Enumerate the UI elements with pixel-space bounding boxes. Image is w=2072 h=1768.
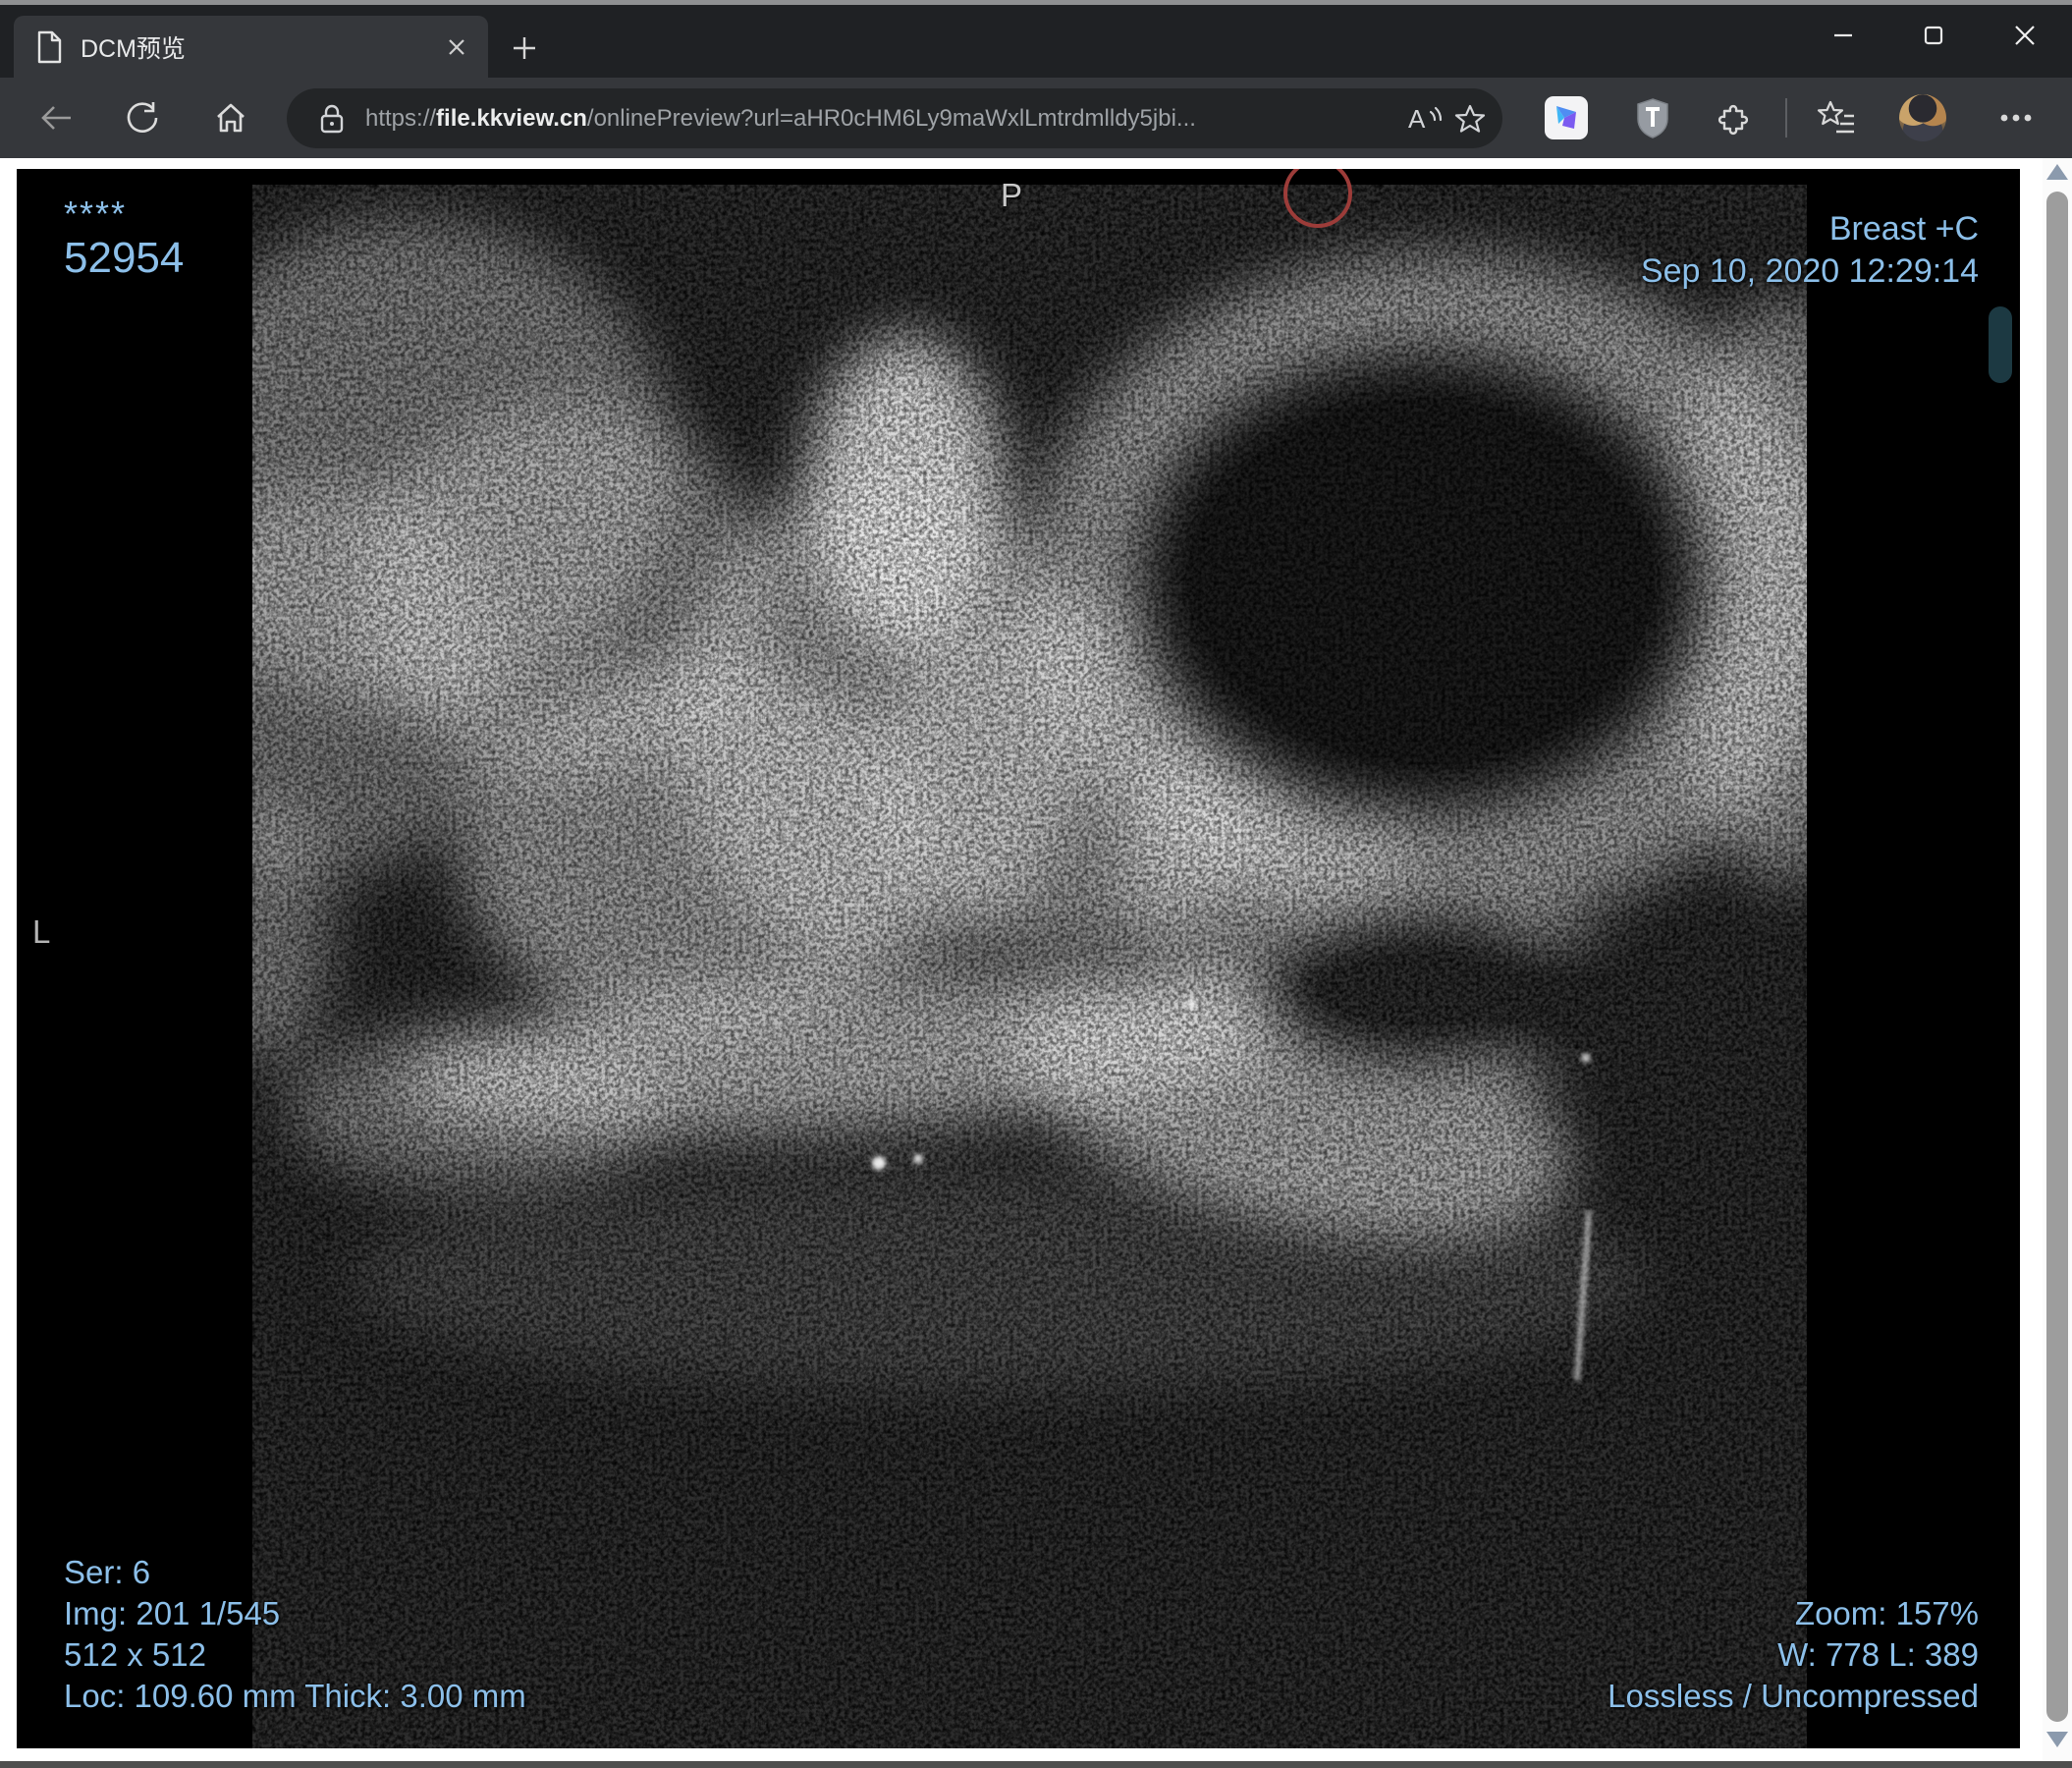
zoom-level: Zoom: 157% xyxy=(1794,1595,1979,1631)
overlay-top-right: Breast +C Sep 10, 2020 12:29:14 xyxy=(1641,208,1979,293)
address-bar[interactable]: https://file.kkview.cn/onlinePreview?url… xyxy=(287,88,1502,148)
read-aloud-button[interactable]: A xyxy=(1402,96,1447,141)
favorite-star-button[interactable] xyxy=(1447,96,1493,141)
compression-info: Lossless / Uncompressed xyxy=(1608,1678,1979,1714)
close-icon xyxy=(449,39,464,55)
browser-toolbar: https://file.kkview.cn/onlinePreview?url… xyxy=(0,78,2072,158)
overlay-bottom-right: Zoom: 157% W: 778 L: 389 Lossless / Unco… xyxy=(1608,1593,1979,1717)
minimize-icon xyxy=(1834,33,1852,37)
overlay-top-left: **** 52954 xyxy=(64,194,184,283)
window-close-button[interactable] xyxy=(1991,5,2058,66)
orientation-marker-posterior: P xyxy=(1001,177,1023,213)
profile-avatar[interactable] xyxy=(1899,94,1946,141)
page-scrollbar[interactable] xyxy=(2043,158,2072,1761)
window-minimize-button[interactable] xyxy=(1810,5,1877,66)
orientation-marker-left: L xyxy=(32,913,51,950)
tab-title: DCM预览 xyxy=(81,34,186,63)
shield-t-icon xyxy=(1637,98,1668,138)
read-aloud-icon: A xyxy=(1408,104,1443,134)
close-icon xyxy=(2015,26,2035,45)
url-text[interactable]: https://file.kkview.cn/onlinePreview?url… xyxy=(365,105,1402,133)
series-number: Ser: 6 xyxy=(64,1554,151,1590)
url-domain: file.kkview.cn xyxy=(436,104,587,132)
patient-id: 52954 xyxy=(64,234,185,282)
scrollbar-thumb[interactable] xyxy=(2046,192,2068,1722)
settings-more-button[interactable] xyxy=(1986,78,2046,158)
back-arrow-icon xyxy=(41,106,71,130)
favorites-list-button[interactable] xyxy=(1809,78,1864,158)
scrollbar-down-arrow-icon[interactable] xyxy=(2046,1732,2068,1747)
home-button[interactable] xyxy=(203,78,258,158)
star-icon xyxy=(1454,104,1486,133)
slice-location: Loc: 109.60 mm Thick: 3.00 mm xyxy=(64,1678,526,1714)
tab-close-button[interactable] xyxy=(439,29,474,65)
favorites-list-icon xyxy=(1817,100,1854,134)
browser-titlebar: DCM预览 xyxy=(0,5,2072,78)
url-scheme: https:// xyxy=(365,104,437,132)
scrollbar-up-arrow-icon[interactable] xyxy=(2046,164,2068,180)
extensions-button[interactable] xyxy=(1708,78,1763,158)
slice-position-indicator xyxy=(1989,306,2012,383)
study-datetime: Sep 10, 2020 12:29:14 xyxy=(1640,252,1979,290)
translate-extension-button[interactable] xyxy=(1545,96,1588,139)
url-path: /onlinePreview?url=aHR0cHM6Ly9maWxlLmtrd… xyxy=(586,104,1196,132)
browser-tab[interactable]: DCM预览 xyxy=(14,16,488,78)
patient-name-masked: **** xyxy=(64,193,128,234)
new-tab-button[interactable] xyxy=(503,30,546,66)
refresh-button[interactable] xyxy=(115,78,170,158)
page-background: **** 52954 Breast +C Sep 10, 2020 12:29:… xyxy=(0,158,2072,1761)
maximize-icon xyxy=(1924,26,1943,45)
ellipsis-icon xyxy=(2000,114,2032,122)
home-icon xyxy=(217,103,245,133)
window-level: W: 778 L: 389 xyxy=(1777,1636,1979,1673)
overlay-bottom-left: Ser: 6 Img: 201 1/545 512 x 512 Loc: 109… xyxy=(64,1552,526,1717)
study-description: Breast +C xyxy=(1828,210,1979,248)
toolbar-divider xyxy=(1785,98,1787,138)
image-number: Img: 201 1/545 xyxy=(64,1595,281,1631)
bird-extension-icon xyxy=(1556,106,1576,129)
page-icon xyxy=(37,30,62,63)
dicom-viewer-canvas[interactable]: **** 52954 Breast +C Sep 10, 2020 12:29:… xyxy=(17,169,2020,1748)
tampermonkey-extension-button[interactable] xyxy=(1625,78,1680,158)
refresh-icon xyxy=(127,102,158,133)
window-maximize-button[interactable] xyxy=(1900,5,1967,66)
puzzle-icon xyxy=(1718,104,1749,136)
lock-icon xyxy=(320,104,344,133)
window-bottom-border xyxy=(0,1761,2072,1768)
image-matrix: 512 x 512 xyxy=(64,1636,206,1673)
back-button[interactable] xyxy=(29,78,84,158)
mri-image xyxy=(252,169,1807,1748)
plus-icon xyxy=(514,37,535,59)
svg-text:A: A xyxy=(1408,104,1426,134)
